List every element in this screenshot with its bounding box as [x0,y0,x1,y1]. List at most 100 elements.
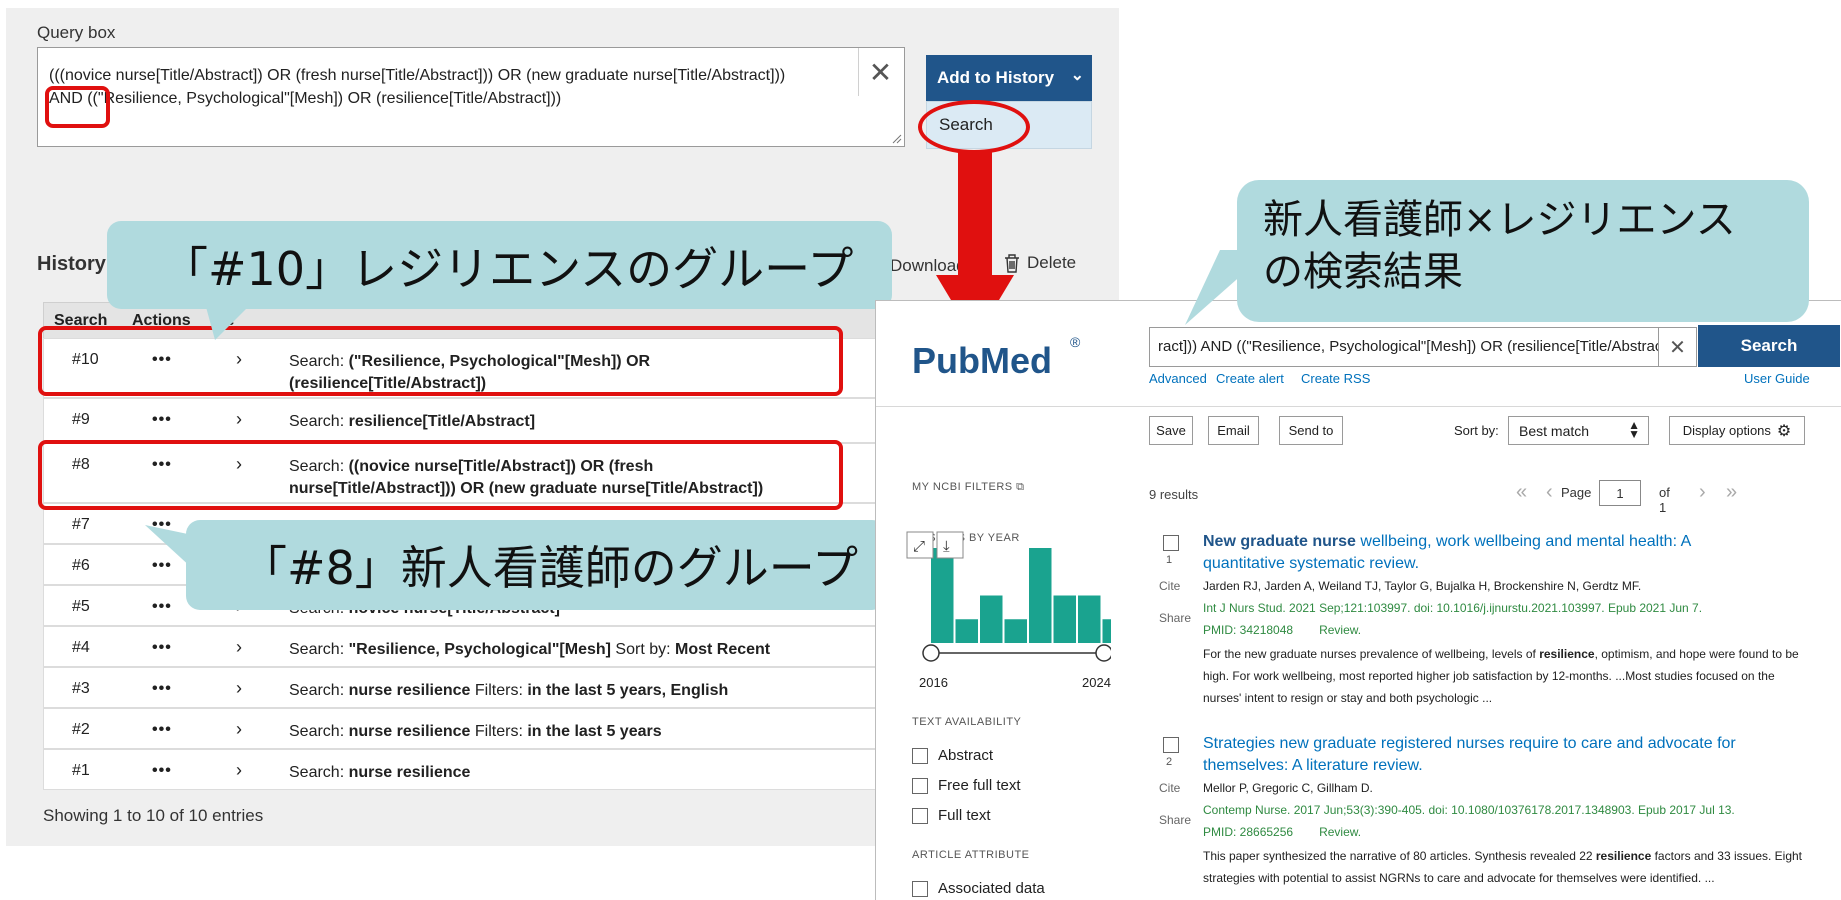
pubmed-search-input[interactable]: ract])) AND (("Resilience, Psychological… [1149,327,1659,367]
actions-menu-icon[interactable]: ••• [152,721,172,739]
delete-label: Delete [1027,253,1077,272]
page-number-input[interactable]: 1 [1599,480,1641,506]
and-highlight-box [45,86,110,128]
chevron-right-icon[interactable]: › [236,760,242,781]
filter-label: Filters: [470,723,528,740]
pubmed-logo-text: PubMed [912,340,1052,381]
chevron-right-icon[interactable]: › [236,637,242,658]
actions-menu-icon[interactable]: ••• [152,639,172,657]
snippet-text-a: This paper synthesized the narrative of … [1203,849,1596,863]
chevron-down-icon: ⌄ [1070,67,1084,84]
result-title-link[interactable]: New graduate nurse wellbeing, work wellb… [1203,531,1763,575]
chevron-right-icon[interactable]: › [236,719,242,740]
search-prefix: Search: [289,641,349,658]
year-range-start-handle[interactable] [922,644,940,662]
search-query: nurse resilience [348,764,471,781]
year-bar[interactable] [1029,548,1052,643]
year-bar[interactable] [1053,595,1077,644]
history-row-text: Search: "Resilience, Psychological"[Mesh… [289,639,789,661]
chevron-right-icon[interactable]: › [236,409,242,430]
result-checkbox[interactable] [1163,535,1179,551]
filter-abstract[interactable]: Abstract [912,747,993,764]
checkbox[interactable] [912,777,928,794]
snippet-highlight: resilience [1539,647,1595,661]
pubmed-logo[interactable]: PubMed ® [912,327,1082,383]
registered-mark: ® [1070,334,1081,350]
query-text[interactable]: (((novice nurse[Title/Abstract]) OR (fre… [49,64,829,110]
actions-menu-icon[interactable]: ••• [152,762,172,780]
download-chart-icon: ⤓ [943,538,950,555]
history-row-text: Search: nurse resilience Filters: in the… [289,721,789,743]
query-box[interactable]: (((novice nurse[Title/Abstract]) OR (fre… [37,47,905,147]
query-line-1: (((novice nurse[Title/Abstract]) OR (fre… [49,67,786,84]
year-bar[interactable] [955,619,979,643]
advanced-link[interactable]: Advanced [1149,371,1207,386]
history-row-number: #6 [72,557,90,574]
actions-menu-icon[interactable]: ••• [152,598,172,616]
resize-handle-icon[interactable] [890,132,902,144]
create-rss-link[interactable]: Create RSS [1301,371,1370,386]
add-to-history-button[interactable]: Add to History ⌄ [926,55,1092,101]
filter-value: in the last 5 years, English [527,682,729,699]
year-bar[interactable] [931,548,954,643]
share-button[interactable]: Share [1159,611,1191,625]
display-options-button[interactable]: Display options ⚙ [1669,416,1805,445]
send-to-button[interactable]: Send to [1279,416,1343,445]
filter-associated-data[interactable]: Associated data [912,880,1045,897]
filter-free-full-text[interactable]: Free full text [912,777,1021,794]
create-alert-link[interactable]: Create alert [1216,371,1284,386]
checkbox[interactable] [912,807,928,824]
filter-value: Most Recent [675,641,771,658]
cite-button[interactable]: Cite [1159,579,1180,593]
checkbox[interactable] [912,747,928,764]
result-authors: Jarden RJ, Jarden A, Weiland TJ, Taylor … [1203,579,1642,593]
share-button[interactable]: Share [1159,813,1191,827]
actions-menu-icon[interactable]: ••• [152,680,172,698]
year-range-end-handle[interactable] [1095,644,1111,662]
year-bar[interactable] [1102,619,1112,643]
next-page-icon[interactable]: › [1699,481,1706,504]
cite-button[interactable]: Cite [1159,781,1180,795]
first-page-icon[interactable]: « [1516,481,1527,504]
email-button[interactable]: Email [1208,416,1259,445]
row10-highlight-box [38,326,843,396]
sort-select[interactable]: Best match ▲ ▼ [1508,416,1649,445]
history-row-number: #2 [72,721,90,738]
article-attribute-heading: ARTICLE ATTRIBUTE [912,849,1030,861]
prev-page-icon[interactable]: ‹ [1546,481,1553,504]
checkbox[interactable] [912,880,928,897]
chevron-right-icon[interactable]: › [236,678,242,699]
result-type: Review. [1319,623,1362,637]
pubmed-search-button[interactable]: Search [1698,325,1840,367]
clear-query-icon[interactable]: ✕ [858,48,902,96]
text-availability-heading: TEXT AVAILABILITY [912,716,1022,728]
title-highlight: New graduate nurse [1203,533,1356,550]
snippet-text-a: For the new graduate nurses prevalence o… [1203,647,1540,661]
result-checkbox[interactable] [1163,737,1179,753]
download-chart-icon-button[interactable] [936,531,964,559]
last-page-icon[interactable]: » [1726,481,1737,504]
callout-group8-text: 「#8」新人看護師のグループ [241,541,859,595]
clear-search-icon[interactable]: ✕ [1659,327,1697,367]
filter-full-text-label: Full text [938,807,991,824]
history-row-text: Search: resilience[Title/Abstract] [289,411,789,433]
pubmed-results-window: PubMed ® ract])) AND (("Resilience, Psyc… [875,300,1841,900]
search-highlight-ellipse [918,100,1030,154]
result-pmid-line: PMID: 28665256 Review. [1203,821,1803,843]
user-guide-link[interactable]: User Guide [1744,371,1810,386]
sort-value: Best match [1519,423,1590,439]
save-button[interactable]: Save [1149,416,1193,445]
year-bar[interactable] [1004,619,1028,643]
filter-full-text[interactable]: Full text [912,807,991,824]
search-prefix: Search: [289,682,349,699]
result-authors: Mellor P, Gregoric C, Gillham D. [1203,781,1373,795]
year-bar[interactable] [980,595,1003,644]
actions-menu-icon[interactable]: ••• [152,411,172,429]
callout-group10-text: 「#10」レジリエンスのグループ [162,242,854,296]
year-bar[interactable] [1078,595,1101,644]
my-ncbi-filters-heading[interactable]: MY NCBI FILTERS ⧉ [912,481,1025,494]
result-pmid-line: PMID: 34218048 Review. [1203,619,1803,641]
gear-icon: ⚙ [1776,422,1792,440]
filter-label: Filters: [470,682,528,699]
result-title-link[interactable]: Strategies new graduate registered nurse… [1203,733,1763,777]
